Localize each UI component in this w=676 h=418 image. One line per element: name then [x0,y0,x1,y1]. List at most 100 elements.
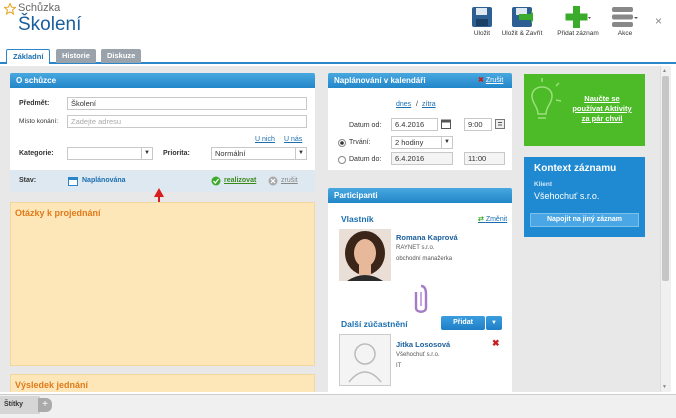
scroll-up-icon[interactable]: ▲ [662,68,667,74]
calendar-cancel[interactable]: ✖ Zrušit [478,76,503,84]
add-record-button[interactable]: Přidat záznam [555,6,601,37]
duration-label: Trvání: [349,139,371,146]
questions-box[interactable]: Otázky k projednání [10,202,315,366]
date-to-label: Datum do: [349,156,382,163]
duration-select[interactable]: 2 hodiny ▼ [391,136,453,149]
star-icon[interactable] [4,3,16,15]
actions-button[interactable]: Akce [610,6,640,37]
radio-duration[interactable] [338,139,346,147]
calendar-icon[interactable] [441,119,451,129]
category-label: Kategorie: [19,150,54,157]
radio-date-to[interactable] [338,156,346,164]
tags-tab[interactable]: Štítky [0,396,40,414]
link-record-button[interactable]: Napojit na jiný záznam [530,213,639,227]
u-nas-link[interactable]: U nás [284,136,302,143]
date-separator: / [416,101,418,108]
close-icon: ✖ [478,77,484,84]
change-owner-link[interactable]: ⇄ Změnit [478,215,507,223]
time-from-input[interactable] [464,118,492,131]
cancel-icon [268,176,278,186]
save-close-button[interactable]: Uložit & Zavřít [501,6,543,37]
participant-company: Všehochuť s.r.o. [396,352,440,358]
participant-role: IT [396,363,402,369]
tab-zakladni[interactable]: Základní [6,49,51,64]
o-schuzce-header: O schůzce [10,73,315,88]
promo-line-1: Naučte se [584,94,620,103]
result-box[interactable]: Výsledek jednání [10,374,315,392]
subject-label: Předmět: [19,100,50,107]
plus-icon [565,6,591,28]
footer-bar: Štítky + [0,394,676,418]
clock-icon[interactable] [495,119,505,129]
tab-diskuze[interactable]: Diskuze [101,49,142,63]
others-label: Další zúčastnění [341,319,408,329]
scrollbar-thumb[interactable] [662,76,669,281]
promo-line-3: za pár chvil [581,114,623,123]
promo-line-2: používat Aktivity [572,104,632,113]
add-record-label: Přidat záznam [557,30,599,37]
today-link[interactable]: dnes [396,101,411,108]
record-title: Školení [18,14,82,35]
add-participant-button[interactable]: Přidat [441,316,485,330]
window-title: Schůzka [18,2,61,14]
owner-label: Vlastník [341,214,374,224]
client-label: Klient [534,181,553,188]
subject-input[interactable] [67,97,307,110]
date-to-input[interactable]: 6.4.2016 [391,152,453,165]
owner-avatar [339,229,391,281]
floppy-arrow-icon [512,7,533,27]
swap-icon: ⇄ [478,216,484,223]
menu-icon [612,7,638,27]
tab-bar: Základní Historie Diskuze [0,48,676,64]
calendar-cancel-label: Zrušit [485,77,504,84]
participant-avatar [339,334,391,386]
chevron-down-icon: ▼ [491,320,497,326]
save-close-label: Uložit & Zavřít [501,30,543,37]
calendar-icon [68,177,78,186]
context-panel: Kontext záznamu Klient Všehochuť s.r.o. … [524,157,645,237]
place-label: Místo konání: [19,118,59,125]
realize-link[interactable]: realizovat [224,177,256,184]
place-input[interactable] [67,115,307,128]
tab-historie[interactable]: Historie [56,49,96,63]
participants-header: Participanti [328,188,512,203]
result-title: Výsledek jednání [15,380,89,390]
context-title: Kontext záznamu [534,163,617,174]
priority-select[interactable]: Normální ▼ [211,147,307,160]
state-value: Naplánována [82,177,126,184]
priority-label: Priorita: [163,150,190,157]
questions-title: Otázky k projednání [15,208,101,218]
date-from-input[interactable] [391,118,438,131]
u-nich-link[interactable]: U nich [255,136,275,143]
chevron-down-icon: ▼ [295,148,306,159]
duration-value: 2 hodiny [395,138,424,147]
close-icon[interactable]: × [655,14,662,28]
change-label: Změnit [485,216,508,223]
calendar-header-label: Naplánování v kalendáři [334,76,426,85]
time-to-input[interactable]: 11:00 [464,152,505,165]
add-tag-icon[interactable]: + [38,398,52,412]
clip-icon [414,284,428,313]
cancel-link[interactable]: zrušit [281,177,298,184]
owner-company: RAYNET s.r.o. [396,245,435,251]
title-bar: Schůzka Školení Uložit Uložit & Zavřít P… [0,0,676,46]
actions-label: Akce [617,30,633,37]
owner-name: Romana Kaprová [396,233,458,242]
date-from-label: Datum od: [349,122,382,129]
remove-participant-icon[interactable]: ✖ [492,338,500,349]
chevron-down-icon: ▼ [141,148,152,159]
state-label: Stav: [19,177,37,184]
category-select[interactable]: ▼ [67,147,153,160]
main-content: O schůzce Předmět: Místo konání: U nich … [0,66,660,392]
promo-banner[interactable]: Naučte se používat Aktivity za pár chvil [524,74,645,146]
add-participant-dropdown[interactable]: ▼ [486,316,502,330]
save-button[interactable]: Uložit [470,6,494,37]
check-icon [211,176,221,186]
scroll-down-icon[interactable]: ▼ [662,384,667,390]
client-name[interactable]: Všehochuť s.r.o. [534,191,599,201]
tomorrow-link[interactable]: zítra [422,101,436,108]
lightbulb-icon [531,78,562,119]
participant-name: Jitka Lososová [396,340,451,349]
promo-text[interactable]: Naučte se používat Aktivity za pár chvil [560,94,644,124]
priority-value: Normální [215,149,246,158]
